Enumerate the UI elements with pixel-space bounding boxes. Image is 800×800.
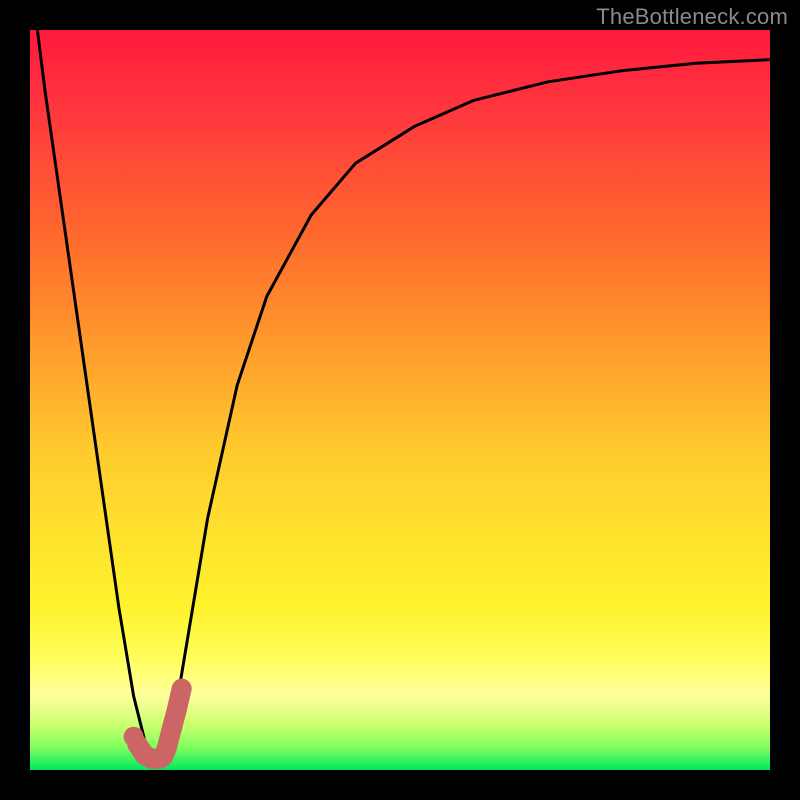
chart-frame: TheBottleneck.com	[0, 0, 800, 800]
chart-svg	[30, 30, 770, 770]
highlight-segment	[137, 689, 181, 759]
plot-area	[30, 30, 770, 770]
watermark-text: TheBottleneck.com	[596, 4, 788, 30]
highlight-dot	[124, 727, 144, 747]
bottleneck-curve	[37, 30, 770, 759]
